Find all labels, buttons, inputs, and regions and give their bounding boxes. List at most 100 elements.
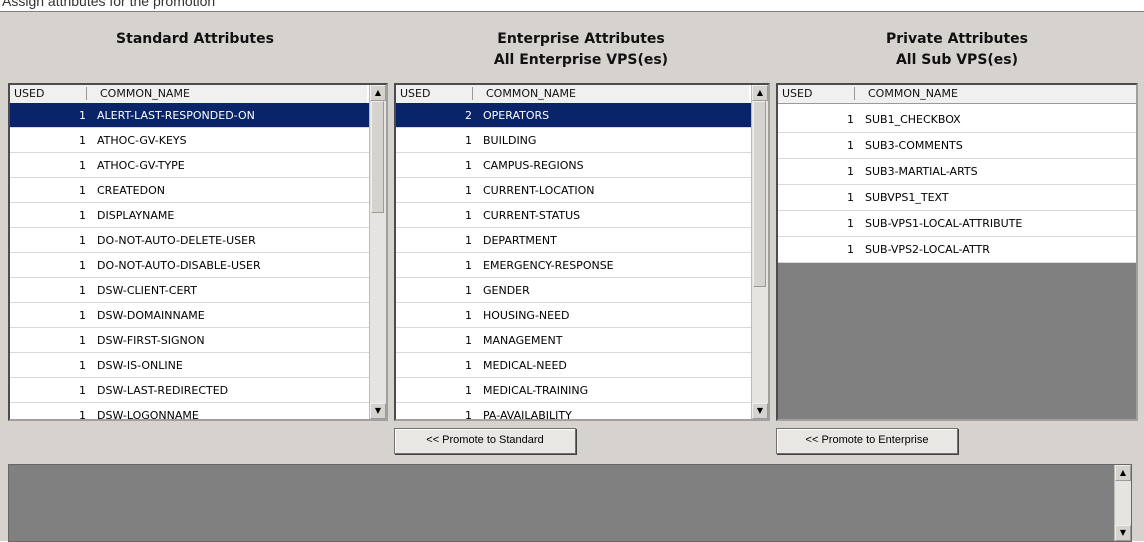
table-row[interactable]: 1 DSW-LAST-REDIRECTED (10, 378, 369, 403)
scroll-up-arrow-icon[interactable]: ▲ (752, 85, 768, 101)
scroll-up-arrow-icon[interactable]: ▲ (370, 85, 386, 101)
used-count-cell: 1 (847, 165, 854, 178)
common-name-cell: SUB-VPS1-LOCAL-ATTRIBUTE (865, 217, 1023, 230)
table-row[interactable]: 1 DSW-CLIENT-CERT (10, 278, 369, 303)
standard-grid-header: USED COMMON_NAME (10, 85, 367, 104)
promote-to-standard-button[interactable]: << Promote to Standard (394, 428, 576, 454)
used-count-cell: 1 (465, 359, 472, 372)
scrollbar-thumb[interactable] (371, 101, 384, 213)
common-name-cell: DSW-IS-ONLINE (97, 359, 183, 372)
table-row[interactable]: 1 DISPLAYNAME (10, 203, 369, 228)
common-name-cell: EMERGENCY-RESPONSE (483, 259, 614, 272)
used-count-cell: 1 (465, 384, 472, 397)
common-name-cell: MEDICAL-NEED (483, 359, 567, 372)
scrollbar-thumb[interactable] (753, 101, 766, 287)
common-name-cell: SUB3-MARTIAL-ARTS (865, 165, 978, 178)
table-row[interactable]: 1 ALERT-LAST-RESPONDED-ON (10, 103, 369, 128)
table-row[interactable]: 1 BUILDING (396, 128, 751, 153)
used-count-cell: 1 (79, 334, 86, 347)
table-row[interactable]: 1 CREATEDON (10, 178, 369, 203)
table-row[interactable]: 1 CURRENT-LOCATION (396, 178, 751, 203)
common-name-cell: SUB-VPS2-LOCAL-ATTR (865, 243, 990, 256)
common-name-column-header[interactable]: COMMON_NAME (100, 87, 190, 100)
table-row[interactable]: 1 EMERGENCY-RESPONSE (396, 253, 751, 278)
enterprise-attributes-subtitle: All Enterprise VPS(es) (493, 52, 669, 68)
common-name-cell: DSW-FIRST-SIGNON (97, 334, 205, 347)
scroll-down-arrow-icon[interactable]: ▼ (370, 403, 386, 419)
table-row[interactable]: 1 DSW-FIRST-SIGNON (10, 328, 369, 353)
table-row[interactable]: 1 DEPARTMENT (396, 228, 751, 253)
common-name-cell: SUB1_CHECKBOX (865, 113, 961, 126)
common-name-cell: MANAGEMENT (483, 334, 563, 347)
standard-attributes-header: Standard Attributes (10, 29, 380, 50)
common-name-cell: PA-AVAILABILITY (483, 409, 572, 421)
table-row[interactable]: 1 SUB-VPS1-LOCAL-ATTRIBUTE (778, 211, 1136, 237)
enterprise-attributes-title: Enterprise Attributes (497, 31, 665, 47)
table-row[interactable]: 1 CURRENT-STATUS (396, 203, 751, 228)
used-count-cell: 1 (79, 234, 86, 247)
table-row[interactable]: 1 SUB3-MARTIAL-ARTS (778, 159, 1136, 185)
used-count-cell: 1 (79, 184, 86, 197)
standard-rows: 1 ALERT-LAST-RESPONDED-ON 1 ATHOC-GV-KEYS 1 A… (10, 103, 369, 421)
table-row[interactable]: 1 SUB3-COMMENTS (778, 133, 1136, 159)
standard-scrollbar[interactable]: ▲ ▼ (369, 85, 386, 419)
promote-to-enterprise-button[interactable]: << Promote to Enterprise (776, 428, 958, 454)
common-name-cell: CURRENT-STATUS (483, 209, 581, 222)
used-count-cell: 1 (79, 209, 86, 222)
table-row[interactable]: 1 GENDER (396, 278, 751, 303)
attributes-window: Standard Attributes Enterprise Attribute… (0, 11, 1144, 542)
table-row[interactable]: 1 PA-AVAILABILITY (396, 403, 751, 421)
table-row[interactable]: 1 DSW-DOMAINNAME (10, 303, 369, 328)
used-count-cell: 1 (79, 109, 86, 122)
scroll-up-arrow-icon[interactable]: ▲ (1115, 465, 1131, 481)
used-count-cell: 1 (847, 217, 854, 230)
used-count-cell: 1 (847, 191, 854, 204)
private-rows: 1 SUB1_CHECKBOX 1 SUB3-COMMENTS 1 SUB3-MARTIA… (778, 107, 1136, 263)
common-name-cell: DSW-DOMAINNAME (97, 309, 205, 322)
common-name-cell: DO-NOT-AUTO-DISABLE-USER (97, 259, 261, 272)
used-count-cell: 1 (79, 384, 86, 397)
table-row[interactable]: 1 SUBVPS1_TEXT (778, 185, 1136, 211)
table-row[interactable]: 1 DSW-IS-ONLINE (10, 353, 369, 378)
table-row[interactable]: 1 SUB1_CHECKBOX (778, 107, 1136, 133)
used-column-header[interactable]: USED (400, 87, 430, 100)
used-column-header[interactable]: USED (14, 87, 44, 100)
used-count-cell: 1 (79, 134, 86, 147)
common-name-cell: SUB3-COMMENTS (865, 139, 963, 152)
details-scrollbar[interactable]: ▲ ▼ (1114, 465, 1131, 541)
common-name-cell: ATHOC-GV-TYPE (97, 159, 185, 172)
used-count-cell: 1 (465, 334, 472, 347)
common-name-cell: DSW-LAST-REDIRECTED (97, 384, 229, 397)
common-name-cell: BUILDING (483, 134, 537, 147)
table-row[interactable]: 1 CAMPUS-REGIONS (396, 153, 751, 178)
scroll-down-arrow-icon[interactable]: ▼ (752, 403, 768, 419)
private-attributes-grid[interactable]: USED COMMON_NAME 1 SUB1_CHECKBOX 1 SUB3-COM… (776, 83, 1138, 421)
used-column-header[interactable]: USED (782, 87, 812, 100)
table-row[interactable]: 1 ATHOC-GV-KEYS (10, 128, 369, 153)
common-name-cell: ATHOC-GV-KEYS (97, 134, 187, 147)
standard-attributes-grid[interactable]: USED COMMON_NAME 1 ALERT-LAST-RESPONDED-O… (8, 83, 388, 421)
table-row[interactable]: 1 DO-NOT-AUTO-DISABLE-USER (10, 253, 369, 278)
table-row[interactable]: 1 ATHOC-GV-TYPE (10, 153, 369, 178)
table-row[interactable]: 1 MEDICAL-NEED (396, 353, 751, 378)
enterprise-scrollbar[interactable]: ▲ ▼ (751, 85, 768, 419)
enterprise-attributes-grid[interactable]: USED COMMON_NAME 2 OPERATORS 1 BUILDING 1 CAM… (394, 83, 770, 421)
used-count-cell: 1 (79, 409, 86, 421)
common-name-column-header[interactable]: COMMON_NAME (486, 87, 576, 100)
table-row[interactable]: 1 SUB-VPS2-LOCAL-ATTR (778, 237, 1136, 263)
table-row[interactable]: 1 DSW-LOGONNAME (10, 403, 369, 421)
scroll-down-arrow-icon[interactable]: ▼ (1115, 525, 1131, 541)
details-panel: ▲ ▼ (8, 464, 1132, 542)
table-row[interactable]: 1 MEDICAL-TRAINING (396, 378, 751, 403)
table-row[interactable]: 1 MANAGEMENT (396, 328, 751, 353)
common-name-column-header[interactable]: COMMON_NAME (868, 87, 958, 100)
used-count-cell: 1 (465, 309, 472, 322)
common-name-cell: OPERATORS (483, 109, 550, 122)
used-count-cell: 1 (465, 409, 472, 421)
used-count-cell: 1 (465, 159, 472, 172)
table-row[interactable]: 1 HOUSING-NEED (396, 303, 751, 328)
table-row[interactable]: 1 DO-NOT-AUTO-DELETE-USER (10, 228, 369, 253)
table-row[interactable]: 2 OPERATORS (396, 103, 751, 128)
used-count-cell: 1 (79, 284, 86, 297)
used-count-cell: 1 (79, 359, 86, 372)
